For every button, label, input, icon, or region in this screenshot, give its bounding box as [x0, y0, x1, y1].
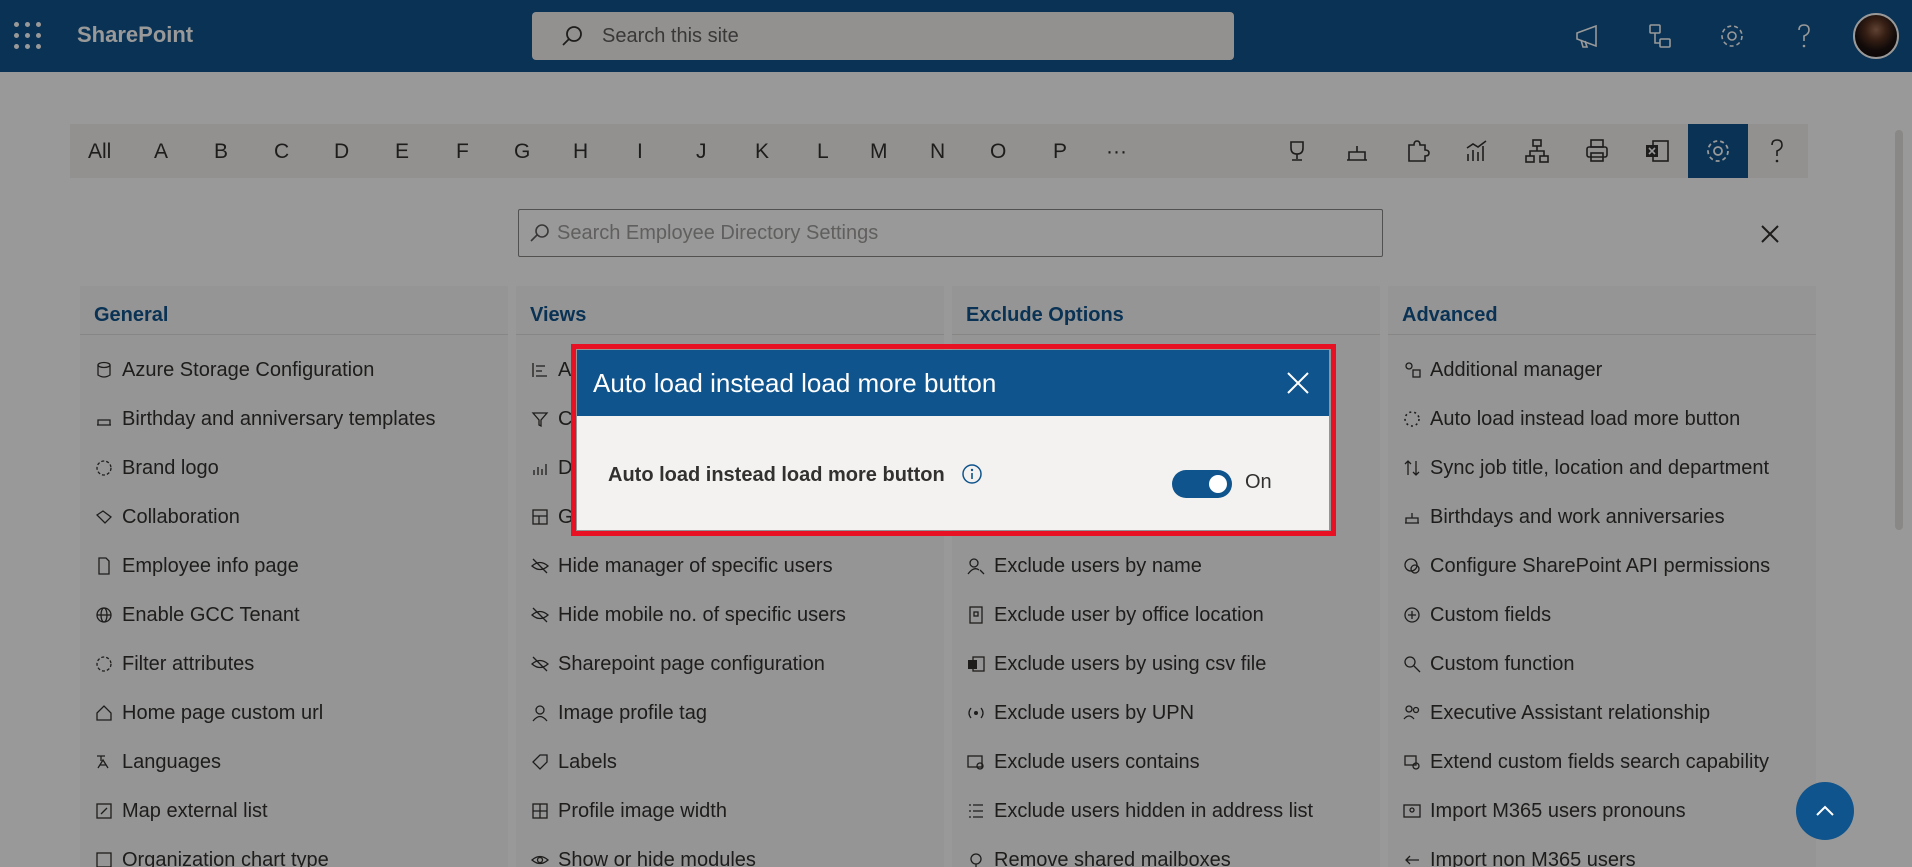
scrollbar[interactable]	[1895, 130, 1903, 530]
auto-load-toggle[interactable]	[1172, 470, 1232, 498]
info-icon[interactable]	[961, 463, 983, 485]
toggle-knob	[1209, 475, 1227, 493]
dialog-header: Auto load instead load more button	[577, 350, 1329, 416]
scroll-top-button[interactable]	[1796, 782, 1854, 840]
setting-label: Auto load instead load more button	[608, 464, 945, 486]
toggle-state-label: On	[1245, 471, 1272, 493]
chevron-up-icon	[1816, 805, 1834, 816]
settings-dialog: Auto load instead load more button Auto …	[577, 350, 1329, 530]
close-icon[interactable]	[1283, 368, 1313, 398]
dialog-title: Auto load instead load more button	[593, 368, 997, 398]
